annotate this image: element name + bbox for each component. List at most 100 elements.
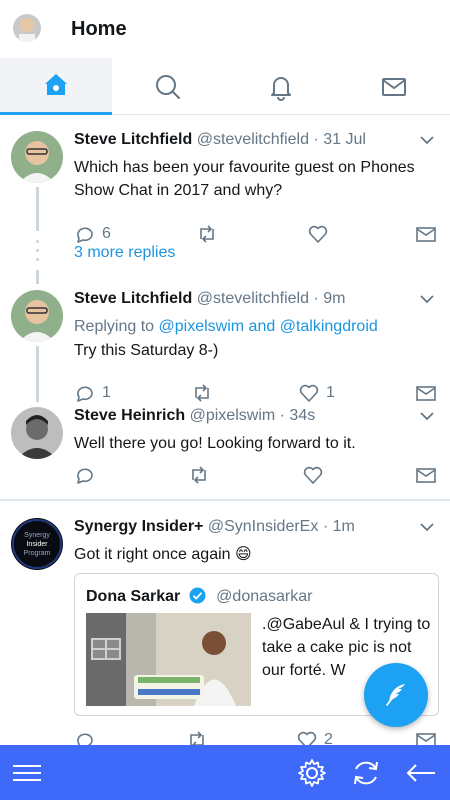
retweet-button[interactable] xyxy=(196,223,224,245)
mail-icon xyxy=(416,733,436,745)
tab-notifications[interactable] xyxy=(225,58,337,115)
tab-home[interactable] xyxy=(0,58,112,115)
chevron-down-icon[interactable] xyxy=(420,522,434,532)
thread-line xyxy=(36,187,39,231)
heart-icon xyxy=(308,225,328,243)
quote-photo[interactable] xyxy=(86,613,251,706)
chevron-down-icon[interactable] xyxy=(420,411,434,421)
tweet-header: Steve Litchfield @stevelitchfield · 31 J… xyxy=(74,131,366,149)
author-name[interactable]: Steve Litchfield xyxy=(74,290,192,307)
tweet-header: Steve Litchfield @stevelitchfield · 9m xyxy=(74,290,345,308)
mail-icon xyxy=(416,386,436,401)
retweet-button[interactable] xyxy=(191,382,219,404)
tweet-time: · 34s xyxy=(279,407,316,424)
mail-icon xyxy=(382,77,406,96)
author-name[interactable]: Steve Litchfield xyxy=(74,131,192,148)
reply-icon xyxy=(77,386,93,402)
like-button[interactable]: 1 xyxy=(298,382,335,404)
message-button[interactable] xyxy=(415,223,437,245)
tweet-actions: 1 1 xyxy=(74,382,444,406)
author-handle[interactable]: @pixelswim xyxy=(190,407,276,424)
reply-icon xyxy=(77,468,93,484)
bottom-app-bar xyxy=(0,745,450,800)
menu-icon xyxy=(13,765,41,781)
replying-to: Replying to @pixelswim and @talkingdroid xyxy=(74,318,378,335)
back-icon xyxy=(406,764,435,782)
reply-button[interactable] xyxy=(74,729,102,745)
reply-button[interactable]: 1 xyxy=(74,382,111,404)
verified-badge-icon xyxy=(189,587,206,604)
avatar[interactable]: Synergy Insider Program xyxy=(11,518,63,570)
reply-count: 6 xyxy=(102,225,111,242)
page-title: Home xyxy=(71,18,127,40)
message-button[interactable] xyxy=(415,729,437,745)
message-button[interactable] xyxy=(415,464,437,486)
reply-count: 1 xyxy=(102,384,111,401)
message-button[interactable] xyxy=(415,382,437,404)
settings-button[interactable] xyxy=(296,757,328,789)
divider xyxy=(0,499,450,501)
like-button[interactable]: 2 xyxy=(296,729,333,745)
back-button[interactable] xyxy=(405,757,437,789)
author-handle[interactable]: @stevelitchfield xyxy=(197,131,309,148)
svg-text:Program: Program xyxy=(24,550,51,557)
retweet-icon xyxy=(195,384,209,402)
like-button[interactable] xyxy=(307,223,335,245)
feather-icon xyxy=(386,684,405,706)
like-count: 1 xyxy=(326,384,335,401)
avatar[interactable] xyxy=(11,131,63,183)
quote-author-name: Dona Sarkar xyxy=(86,588,181,605)
tweet-time: · 9m xyxy=(313,290,346,307)
refresh-icon xyxy=(354,761,378,785)
svg-text:Synergy: Synergy xyxy=(24,532,50,539)
mail-icon xyxy=(416,227,436,242)
reply-button[interactable] xyxy=(74,464,96,486)
tweet-text: Got it right once again 😄 xyxy=(74,546,252,563)
retweet-icon xyxy=(192,466,206,484)
avatar[interactable] xyxy=(11,290,63,342)
chevron-down-icon[interactable] xyxy=(420,135,434,145)
tab-bar xyxy=(0,58,450,115)
tweet-text: Which has been your favourite guest on P… xyxy=(74,159,415,199)
author-name[interactable]: Synergy Insider+ xyxy=(74,518,203,535)
svg-text:Insider: Insider xyxy=(26,541,48,548)
author-handle[interactable]: @SynInsiderEx xyxy=(208,518,319,535)
reply-button[interactable]: 6 xyxy=(74,223,111,245)
author-name[interactable]: Steve Heinrich xyxy=(74,407,185,424)
like-button[interactable] xyxy=(302,464,324,486)
tab-search[interactable] xyxy=(112,58,224,115)
refresh-button[interactable] xyxy=(350,757,382,789)
heart-icon xyxy=(299,384,319,402)
profile-avatar[interactable] xyxy=(13,14,41,42)
like-count: 2 xyxy=(324,731,333,745)
mention-link[interactable]: @talkingdroid xyxy=(280,318,378,335)
author-handle[interactable]: @stevelitchfield xyxy=(197,290,309,307)
retweet-button[interactable] xyxy=(188,464,210,486)
tab-messages[interactable] xyxy=(338,58,450,115)
thread-line xyxy=(36,346,39,402)
tweet-time: · 1m xyxy=(322,518,355,535)
compose-tweet-button[interactable] xyxy=(364,663,428,727)
retweet-button[interactable] xyxy=(186,729,214,745)
chevron-down-icon[interactable] xyxy=(420,294,434,304)
tweet-text: Try this Saturday 8-) xyxy=(74,342,219,359)
tweet-header: Synergy Insider+ @SynInsiderEx · 1m xyxy=(74,518,355,536)
heart-icon xyxy=(297,731,317,745)
thread-line xyxy=(36,270,39,284)
menu-button[interactable] xyxy=(11,757,43,789)
app-header: Home xyxy=(0,0,450,58)
tweet-actions: 2 xyxy=(74,729,444,745)
tweet-time: · 31 Jul xyxy=(313,131,366,148)
retweet-icon xyxy=(190,731,204,745)
bell-icon xyxy=(271,76,291,101)
tweet-text: Well there you go! Looking forward to it… xyxy=(74,435,356,452)
quote-author-handle: @donasarkar xyxy=(216,588,313,605)
thread-dots xyxy=(36,240,39,267)
search-icon xyxy=(156,74,180,99)
mention-link[interactable]: @pixelswim xyxy=(159,318,245,335)
settings-icon xyxy=(298,759,326,787)
avatar[interactable] xyxy=(11,407,63,459)
tweet-header: Steve Heinrich @pixelswim · 34s xyxy=(74,407,315,425)
timeline[interactable]: Steve Litchfield @stevelitchfield · 31 J… xyxy=(0,116,450,745)
more-replies-link[interactable]: 3 more replies xyxy=(74,244,175,262)
